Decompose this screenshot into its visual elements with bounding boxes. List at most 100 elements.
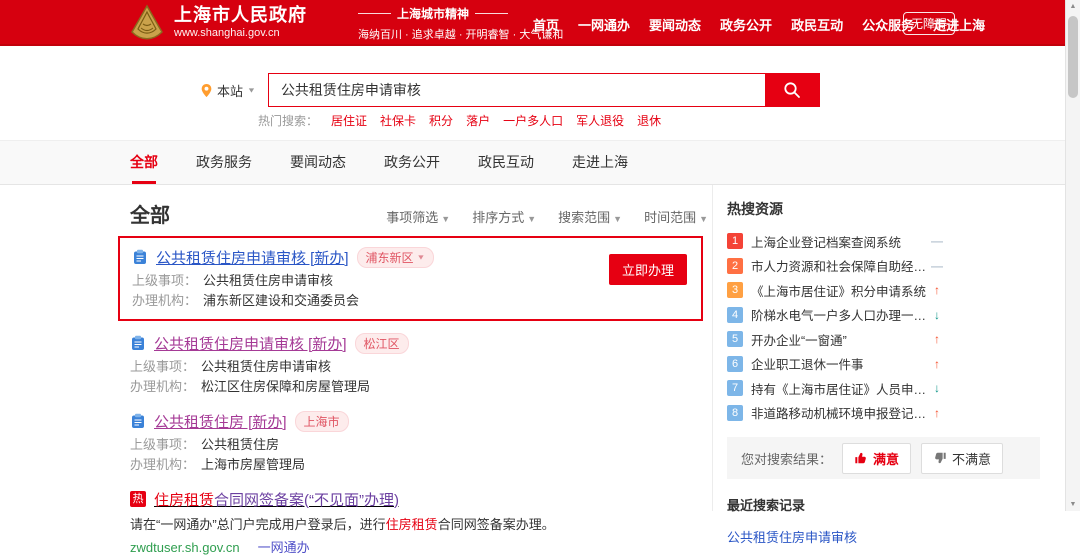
service-item-icon bbox=[130, 413, 146, 429]
search-scope-selector[interactable]: 本站 ▼ bbox=[200, 81, 256, 100]
nav-item-news[interactable]: 要闻动态 bbox=[649, 15, 701, 34]
hot-search-row: 热门搜索： 居住证 社保卡 积分 落户 一户多人口 军人退役 退休 bbox=[258, 112, 661, 129]
page-scrollbar[interactable]: ▲ ▼ bbox=[1065, 0, 1080, 511]
divider bbox=[358, 13, 391, 14]
city-spirit-banner: 上海城市精神 海纳百川 · 追求卓越 · 开明睿智 · 大气谦和 bbox=[358, 5, 508, 42]
site-identity[interactable]: 上海市人民政府 www.shanghai.gov.cn bbox=[174, 4, 307, 40]
agency-label: 办理机构： bbox=[130, 455, 195, 475]
feedback-label: 您对搜索结果： bbox=[741, 449, 832, 468]
divider bbox=[712, 185, 713, 511]
district-tag[interactable]: 浦东新区▼ bbox=[357, 247, 435, 268]
result-card: 公共租赁住房申请审核 [新办] 松江区 上级事项：公共租赁住房申请审核 办理机构… bbox=[130, 321, 708, 399]
chevron-down-icon: ▼ bbox=[613, 214, 622, 224]
location-pin-icon bbox=[200, 83, 213, 98]
hot-search-link-residence-permit[interactable]: 居住证 bbox=[331, 112, 367, 129]
result-title-link[interactable]: 公共租赁住房申请审核 [新办] bbox=[154, 333, 347, 354]
tab-all[interactable]: 全部 bbox=[130, 141, 158, 184]
tab-public-interaction[interactable]: 政民互动 bbox=[478, 141, 534, 184]
search-results-page: 上海市人民政府 www.shanghai.gov.cn 上海城市精神 海纳百川 … bbox=[0, 0, 1080, 511]
parent-item-label: 上级事项： bbox=[130, 357, 195, 377]
filter-time-range[interactable]: 时间范围▼ bbox=[644, 207, 708, 226]
tab-gov-services[interactable]: 政务服务 bbox=[196, 141, 252, 184]
hot-search-link-retirement[interactable]: 退休 bbox=[637, 112, 661, 129]
agency-value: 松江区住房保障和房屋管理局 bbox=[201, 377, 370, 397]
scroll-down-arrow-icon[interactable]: ▼ bbox=[1066, 501, 1080, 508]
tab-about-shanghai[interactable]: 走进上海 bbox=[572, 141, 628, 184]
hot-resource-item[interactable]: 3 《上海市居住证》积分申请系统 ↑ bbox=[727, 278, 945, 303]
handle-now-button[interactable]: 立即办理 bbox=[609, 254, 687, 285]
result-source-link[interactable]: 一网通办 bbox=[258, 537, 310, 558]
district-tag[interactable]: 松江区 bbox=[355, 333, 409, 354]
recent-search-link[interactable]: 公共租赁住房申请审核 bbox=[727, 527, 1040, 546]
hot-resource-item[interactable]: 7 持有《上海市居住证》人员申办本市常... ↓ bbox=[727, 376, 945, 401]
thumb-up-icon bbox=[854, 451, 868, 465]
thumb-down-icon bbox=[933, 451, 947, 465]
filter-item-type[interactable]: 事项筛选▼ bbox=[386, 207, 450, 226]
rank-badge: 5 bbox=[727, 331, 743, 347]
site-name: 上海市人民政府 bbox=[174, 4, 307, 26]
category-tabbar: 全部 政务服务 要闻动态 政务公开 政民互动 走进上海 bbox=[0, 140, 1080, 185]
parent-item-value: 公共租赁住房申请审核 bbox=[203, 271, 333, 291]
nav-item-home[interactable]: 首页 bbox=[533, 15, 559, 34]
result-card: 热 住房租赁合同网签备案(“不见面”办理) 请在“一网通办”总门户完成用户登录后… bbox=[130, 477, 708, 560]
agency-label: 办理机构： bbox=[130, 377, 195, 397]
hot-resource-item[interactable]: 2 市人力资源和社会保障自助经办服务系统 — bbox=[727, 254, 945, 279]
result-title-link[interactable]: 住房租赁合同网签备案(“不见面”办理) bbox=[154, 489, 399, 510]
chevron-down-icon: ▼ bbox=[699, 214, 708, 224]
hot-resource-item[interactable]: 6 企业职工退休一件事 ↑ bbox=[727, 352, 945, 377]
hot-badge-icon: 热 bbox=[130, 491, 146, 507]
result-filters: 事项筛选▼ 排序方式▼ 搜索范围▼ 时间范围▼ bbox=[386, 207, 708, 228]
hot-search-link-multi-person-household[interactable]: 一户多人口 bbox=[503, 112, 563, 129]
nav-item-public-interaction[interactable]: 政民互动 bbox=[791, 15, 843, 34]
result-title-link[interactable]: 公共租赁住房申请审核 [新办] bbox=[156, 247, 349, 268]
tab-news[interactable]: 要闻动态 bbox=[290, 141, 346, 184]
accessibility-button[interactable]: 无障碍 bbox=[903, 12, 955, 35]
hot-search-link-household[interactable]: 落户 bbox=[466, 112, 490, 129]
rank-badge: 6 bbox=[727, 356, 743, 372]
hot-resource-item[interactable]: 4 阶梯水电气一户多人口办理一件事 ↓ bbox=[727, 303, 945, 328]
district-tag[interactable]: 上海市 bbox=[295, 411, 349, 432]
tab-gov-disclosure[interactable]: 政务公开 bbox=[384, 141, 440, 184]
trend-icon: ↓ bbox=[929, 381, 945, 395]
nav-item-gov-disclosure[interactable]: 政务公开 bbox=[720, 15, 772, 34]
trend-icon: — bbox=[929, 234, 945, 248]
unsatisfied-button[interactable]: 不满意 bbox=[921, 443, 1003, 474]
rank-badge: 4 bbox=[727, 307, 743, 323]
search-section: 本站 ▼ 热门搜索： 居住证 社保卡 积分 落户 一户多人口 军人退役 退休 bbox=[0, 48, 1080, 140]
site-url: www.shanghai.gov.cn bbox=[174, 26, 307, 40]
search-input[interactable] bbox=[269, 74, 765, 106]
scrollbar-thumb[interactable] bbox=[1068, 16, 1078, 98]
result-title-link[interactable]: 公共租赁住房 [新办] bbox=[154, 411, 287, 432]
chevron-down-icon: ▼ bbox=[417, 253, 426, 261]
hot-resource-item[interactable]: 5 开办企业“一窗通” ↑ bbox=[727, 327, 945, 352]
agency-value: 浦东新区建设和交通委员会 bbox=[203, 291, 359, 311]
search-scope-label: 本站 bbox=[217, 81, 243, 100]
sidebar: 热搜资源 1 上海企业登记档案查阅系统 — 2 市人力资源和社会保障自助经办服务… bbox=[727, 185, 1040, 546]
rank-badge: 1 bbox=[727, 233, 743, 249]
satisfied-button[interactable]: 满意 bbox=[842, 443, 911, 474]
hot-resource-item[interactable]: 1 上海企业登记档案查阅系统 — bbox=[727, 229, 945, 254]
search-icon bbox=[783, 81, 801, 99]
results-column: 全部 事项筛选▼ 排序方式▼ 搜索范围▼ 时间范围▼ 公共租赁住房申请审核 [新… bbox=[130, 185, 708, 560]
results-section-title: 全部 bbox=[130, 199, 170, 228]
rank-badge: 8 bbox=[727, 405, 743, 421]
highlighted-result-card: 公共租赁住房申请审核 [新办] 浦东新区▼ 上级事项：公共租赁住房申请审核 办理… bbox=[118, 236, 703, 321]
hot-search-link-veterans[interactable]: 军人退役 bbox=[576, 112, 624, 129]
filter-sort-order[interactable]: 排序方式▼ bbox=[472, 207, 536, 226]
trend-icon: ↑ bbox=[929, 357, 945, 371]
scroll-up-arrow-icon[interactable]: ▲ bbox=[1066, 3, 1080, 10]
trend-icon: ↑ bbox=[929, 332, 945, 346]
filter-search-scope[interactable]: 搜索范围▼ bbox=[558, 207, 622, 226]
hot-resources-title: 热搜资源 bbox=[727, 199, 1040, 219]
rank-badge: 2 bbox=[727, 258, 743, 274]
recent-searches-title: 最近搜索记录 bbox=[727, 495, 1040, 514]
agency-label: 办理机构： bbox=[132, 291, 197, 311]
hot-search-link-points[interactable]: 积分 bbox=[429, 112, 453, 129]
chevron-down-icon: ▼ bbox=[527, 214, 536, 224]
hot-search-label: 热门搜索： bbox=[258, 112, 318, 129]
hot-resource-item[interactable]: 8 非道路移动机械环境申报登记(新办) ↑ bbox=[727, 401, 945, 426]
hot-search-link-social-security-card[interactable]: 社保卡 bbox=[380, 112, 416, 129]
search-feedback-panel: 您对搜索结果： 满意 不满意 bbox=[727, 437, 1040, 479]
search-button[interactable] bbox=[765, 74, 819, 106]
nav-item-one-stop-services[interactable]: 一网通办 bbox=[578, 15, 630, 34]
